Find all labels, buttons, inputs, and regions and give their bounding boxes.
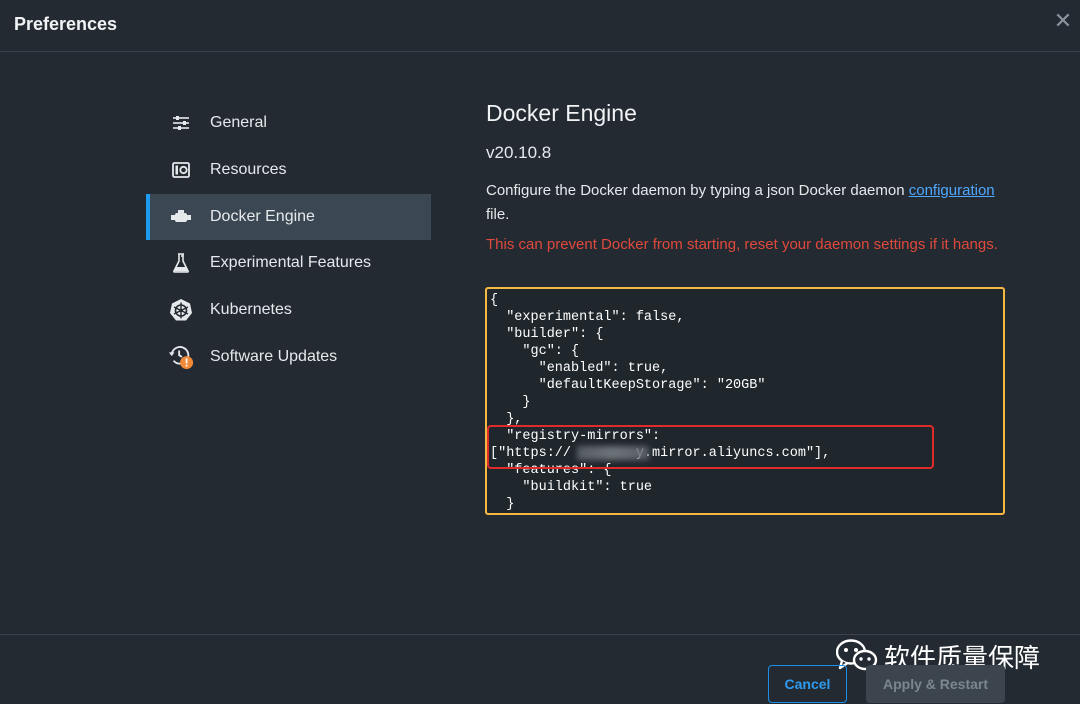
config-json[interactable]: { "experimental": false, "builder": { "g… [487,289,1003,513]
window-title: Preferences [14,14,118,34]
sidebar-item-general[interactable]: General [146,100,431,146]
engine-icon [168,204,194,230]
flask-icon [168,250,194,276]
cancel-button[interactable]: Cancel [768,665,847,703]
content-panel: Docker Engine v20.10.8 Configure the Doc… [486,100,1026,257]
sidebar-item-label: Experimental Features [210,254,371,272]
sliders-icon [168,110,194,136]
sidebar-item-resources[interactable]: Resources [146,147,431,193]
sidebar-item-label: Docker Engine [210,207,315,225]
sidebar-item-experimental-features[interactable]: Experimental Features [146,240,431,286]
sidebar-item-label: Software Updates [210,347,338,365]
title-bar: Preferences ✕ [0,0,1080,52]
engine-version: v20.10.8 [486,143,552,162]
description-text-end: file. [486,206,510,223]
page-title: Docker Engine [486,100,637,126]
close-icon[interactable]: ✕ [1052,10,1074,32]
warning-text: This can prevent Docker from starting, r… [486,236,998,253]
sidebar-item-label: Kubernetes [210,301,292,319]
apply-restart-button[interactable]: Apply & Restart [866,665,1005,703]
helm-wheel-icon [168,297,194,323]
sidebar-item-label: General [210,114,267,131]
configuration-link[interactable]: configuration [909,182,995,199]
sidebar-item-software-updates[interactable]: Software Updates [146,334,431,380]
sidebar-item-kubernetes[interactable]: Kubernetes [146,287,431,333]
sidebar-item-label: Resources [210,160,287,178]
daemon-config-editor[interactable]: { "experimental": false, "builder": { "g… [485,287,1005,515]
description: Configure the Docker daemon by typing a … [486,179,1006,227]
highlight-box [487,425,934,469]
sidebar-nav: General Resources Docker Engine Experime… [146,100,431,381]
description-text: Configure the Docker daemon by typing a … [486,182,909,199]
update-clock-icon [168,344,194,370]
resources-icon [168,157,194,183]
sidebar-item-docker-engine[interactable]: Docker Engine [146,193,431,240]
footer-divider [0,634,1080,635]
